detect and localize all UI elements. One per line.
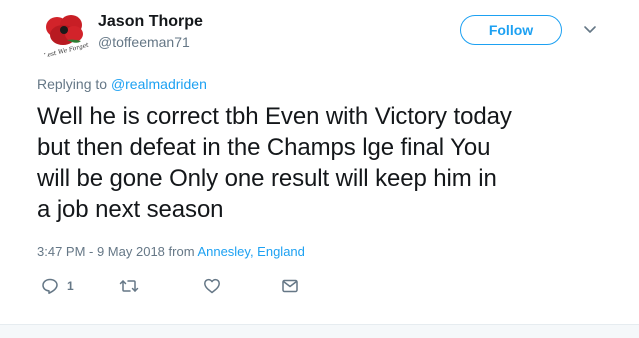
replying-to-link[interactable]: @realmadriden: [111, 76, 207, 92]
retweet-button[interactable]: [119, 277, 139, 295]
location-link[interactable]: Annesley, England: [197, 244, 304, 259]
heart-icon: [204, 278, 220, 294]
tweet-text-line: will be gone Only one result will keep h…: [37, 165, 497, 192]
tweet-text-line: a job next season: [37, 196, 224, 223]
timestamp[interactable]: 3:47 PM - 9 May 2018: [37, 244, 165, 259]
tweet-text-line: Well he is correct tbh Even with Victory…: [37, 103, 512, 130]
avatar[interactable]: Lest We Forget: [37, 7, 93, 63]
reply-context: Replying to @realmadriden: [37, 76, 207, 92]
author-name[interactable]: Jason Thorpe: [98, 13, 203, 31]
follow-button[interactable]: Follow: [460, 15, 562, 45]
tweet-text: Well he is correct tbh Even with Victory…: [37, 101, 607, 225]
from-label: from: [168, 244, 195, 259]
tweet-text-line: but then defeat in the Champs lge final …: [37, 134, 491, 161]
tweet-card: Lest We Forget Jason Thorpe @toffeeman71…: [0, 0, 639, 338]
envelope-icon: [282, 279, 298, 293]
tweet-divider: [0, 324, 639, 338]
reply-icon: [42, 278, 58, 294]
tweet-meta: 3:47 PM - 9 May 2018 from Annesley, Engl…: [37, 244, 305, 259]
reply-count: 1: [67, 279, 74, 293]
replying-prefix: Replying to: [37, 76, 111, 92]
direct-message-button[interactable]: [281, 277, 299, 295]
retweet-icon: [119, 280, 139, 292]
more-options-button[interactable]: [580, 22, 600, 38]
like-button[interactable]: [203, 277, 221, 295]
reply-button[interactable]: 1: [41, 277, 74, 295]
chevron-down-icon: [584, 26, 596, 33]
author-handle[interactable]: @toffeeman71: [98, 34, 190, 50]
